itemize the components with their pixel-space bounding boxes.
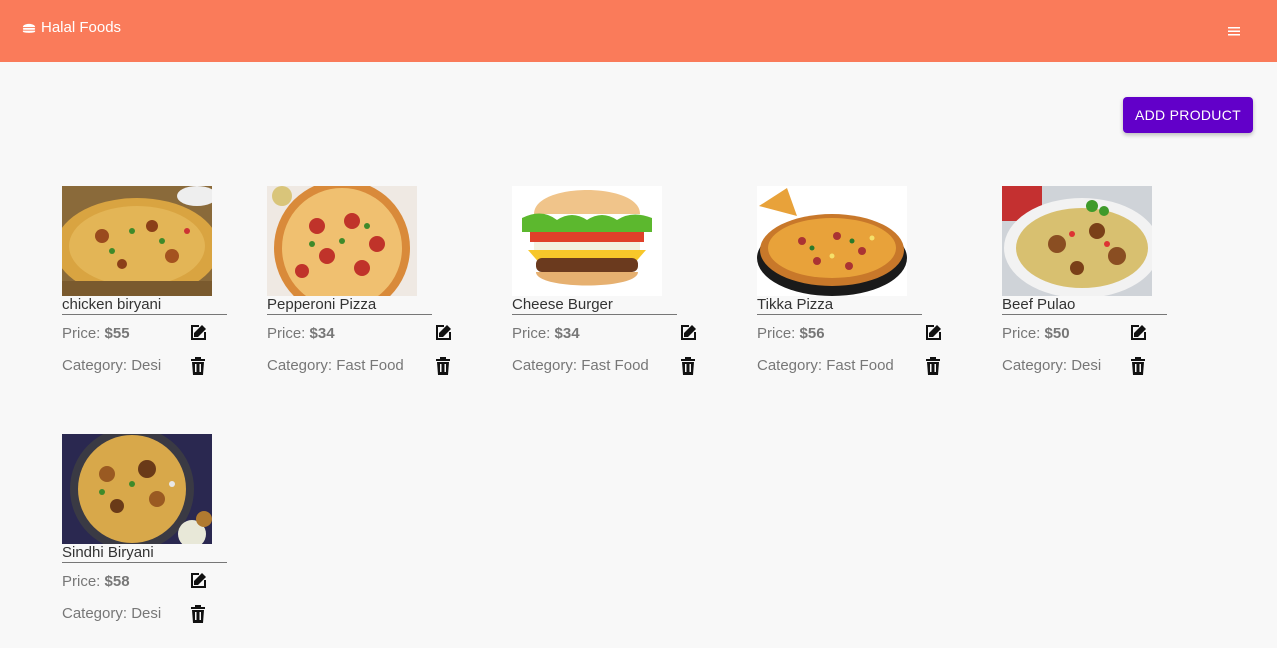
trash-icon[interactable] bbox=[190, 605, 206, 623]
product-category: Category: Fast Food bbox=[512, 357, 649, 374]
product-price: Price: $34 bbox=[512, 325, 580, 342]
product-card: Cheese Burger Price: $34 Category: Fast … bbox=[512, 186, 696, 386]
edit-icon[interactable] bbox=[435, 323, 453, 341]
trash-icon[interactable] bbox=[1130, 357, 1146, 375]
edit-icon[interactable] bbox=[680, 323, 698, 341]
biryani-image[interactable] bbox=[62, 186, 212, 296]
edit-icon[interactable] bbox=[190, 323, 208, 341]
product-category: Category: Fast Food bbox=[757, 357, 894, 374]
product-name: Pepperoni Pizza bbox=[267, 296, 432, 315]
hamburger-food-icon bbox=[22, 23, 36, 33]
product-name: Sindhi Biryani bbox=[62, 544, 227, 563]
tikka-pizza-image[interactable] bbox=[757, 186, 907, 296]
brand-title: Halal Foods bbox=[41, 19, 122, 36]
product-name: Cheese Burger bbox=[512, 296, 677, 315]
trash-icon[interactable] bbox=[680, 357, 696, 375]
sindhi-biryani-image[interactable] bbox=[62, 434, 212, 544]
add-product-button[interactable]: ADD PRODUCT bbox=[1123, 97, 1253, 133]
edit-icon[interactable] bbox=[190, 571, 208, 589]
edit-icon[interactable] bbox=[1130, 323, 1148, 341]
product-name: Tikka Pizza bbox=[757, 296, 922, 315]
cheese-burger-image[interactable] bbox=[512, 186, 662, 296]
trash-icon[interactable] bbox=[435, 357, 451, 375]
product-price: Price: $34 bbox=[267, 325, 335, 342]
product-name: Beef Pulao bbox=[1002, 296, 1167, 315]
product-price: Price: $58 bbox=[62, 573, 130, 590]
edit-icon[interactable] bbox=[925, 323, 943, 341]
product-price: Price: $55 bbox=[62, 325, 130, 342]
pepperoni-pizza-image[interactable] bbox=[267, 186, 417, 296]
product-category: Category: Desi bbox=[62, 605, 162, 622]
menu-button[interactable] bbox=[1224, 22, 1244, 40]
product-price: Price: $50 bbox=[1002, 325, 1070, 342]
menu-icon bbox=[1228, 27, 1240, 36]
product-category: Category: Desi bbox=[1002, 357, 1102, 374]
top-navbar: Halal Foods bbox=[0, 0, 1277, 62]
trash-icon[interactable] bbox=[925, 357, 941, 375]
trash-icon[interactable] bbox=[190, 357, 206, 375]
product-name: chicken biryani bbox=[62, 296, 227, 315]
product-card: Tikka Pizza Price: $56 Category: Fast Fo… bbox=[757, 186, 941, 386]
product-card: Pepperoni Pizza Price: $34 Category: Fas… bbox=[267, 186, 451, 386]
product-category: Category: Desi bbox=[62, 357, 162, 374]
product-price: Price: $56 bbox=[757, 325, 825, 342]
product-category: Category: Fast Food bbox=[267, 357, 404, 374]
product-card: Beef Pulao Price: $50 Category: Desi bbox=[1002, 186, 1167, 386]
product-card: Sindhi Biryani Price: $58 Category: Desi bbox=[62, 434, 227, 634]
product-card: chicken biryani Price: $55 Category: Des… bbox=[62, 186, 227, 386]
pulao-image[interactable] bbox=[1002, 186, 1152, 296]
brand[interactable]: Halal Foods bbox=[22, 19, 121, 36]
